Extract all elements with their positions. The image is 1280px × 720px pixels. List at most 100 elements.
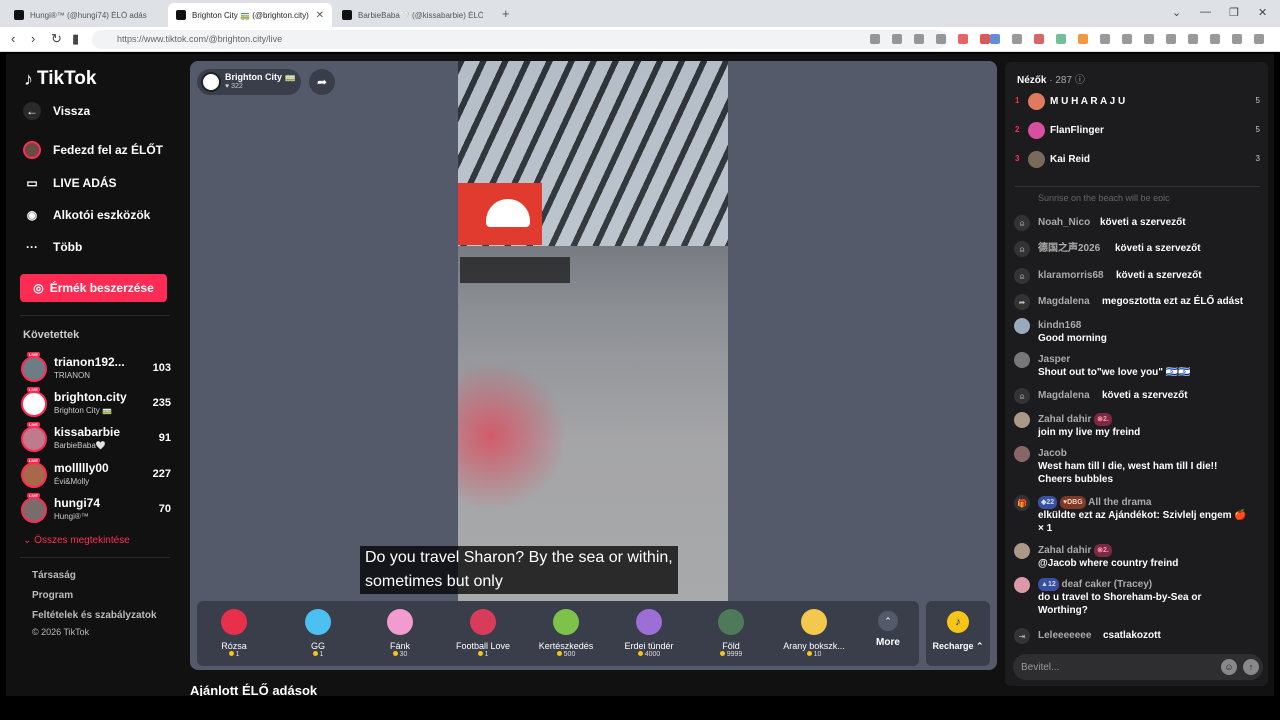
gift-item[interactable]: Rózsa 1	[193, 605, 275, 663]
tiktok-logo[interactable]: ♪ TikTok	[24, 68, 96, 90]
star-icon[interactable]	[936, 34, 946, 44]
nav-go-live[interactable]: ▭ LIVE ADÁS	[23, 174, 116, 192]
level-badge: ◆22	[1038, 496, 1058, 509]
url-field[interactable]: https://www.tiktok.com/@brighton.city/li…	[92, 30, 947, 49]
more-gifts-button[interactable]: ⌃ More	[860, 611, 916, 648]
back-icon[interactable]: ‹	[11, 32, 15, 46]
forward-icon[interactable]: ›	[31, 32, 35, 46]
translate-icon[interactable]	[990, 34, 1000, 44]
gift-item[interactable]: Föld 9999	[690, 605, 772, 663]
top-viewer-row[interactable]: 2 FlanFlinger 5	[1015, 122, 1260, 140]
likes-count: ♥ 322	[225, 83, 243, 90]
host-avatar	[201, 72, 221, 92]
host-info[interactable]: Brighton City 🚃 ♥ 322	[197, 69, 301, 95]
football-gift-icon	[470, 609, 496, 635]
chat-message[interactable]: Jasper Shout out to"we love you" 🇮🇱🇮🇱	[1014, 351, 1264, 381]
restore-icon[interactable]: ❐	[1229, 6, 1239, 19]
top-viewer-row[interactable]: 1 M U H A R A J U 5	[1015, 93, 1260, 111]
following-item[interactable]: LIVE trianon192... TRIANON 103	[21, 352, 171, 384]
live-player[interactable]: Brighton City 🚃 ♥ 322 ➦ Do you travel Sh…	[190, 61, 997, 670]
live-video[interactable]	[458, 61, 728, 601]
boxing-glove-gift-icon	[801, 609, 827, 635]
extension-icon[interactable]	[1012, 34, 1022, 44]
nav-more[interactable]: ··· Több	[23, 238, 82, 256]
send-icon[interactable]: ↑	[1243, 659, 1259, 675]
gg-gift-icon	[305, 609, 331, 635]
chat-message[interactable]: ▲12 deaf caker (Tracey) do u travel to S…	[1014, 576, 1264, 620]
chat-message[interactable]: 🎁 ◆22 ♥DBG All the drama elküldte ezt az…	[1014, 494, 1264, 538]
chat-message[interactable]: Jacob West ham till I die, west ham till…	[1014, 445, 1264, 489]
extension-icon[interactable]	[1056, 34, 1066, 44]
subtitles: Do you travel Sharon? By the sea or with…	[360, 546, 678, 594]
zoom-icon[interactable]	[892, 34, 902, 44]
rose-gift-icon	[221, 609, 247, 635]
get-coins-button[interactable]: ◎ Érmék beszerzése	[20, 274, 167, 302]
top-viewer-row[interactable]: 3 Kai Reid 3	[1015, 151, 1260, 169]
sidebar: ♪ TikTok ← Vissza Fedezd fel az ÉLŐT ▭ L…	[6, 54, 182, 696]
gift-item[interactable]: Football Love 1	[442, 605, 524, 663]
reload-icon[interactable]: ↻	[51, 32, 62, 46]
footer-company-link[interactable]: Társaság	[32, 570, 76, 581]
extension-icon[interactable]	[1034, 34, 1044, 44]
creator-tools-icon: ◉	[26, 208, 38, 222]
following-item[interactable]: LIVE kissabarbie BarbieBaba🤍 91	[21, 422, 171, 454]
see-all-link[interactable]: ⌄ Összes megtekintése	[23, 535, 130, 546]
close-window-icon[interactable]: ✕	[1258, 6, 1267, 19]
chat-message[interactable]: Zahal dahir ⊗2. join my live my freind	[1014, 411, 1264, 441]
puzzle-icon[interactable]	[1100, 34, 1110, 44]
extension-icon[interactable]	[1122, 34, 1132, 44]
extension-icon[interactable]	[958, 34, 968, 44]
join-icon: ⇥	[1014, 628, 1030, 644]
following-item[interactable]: LIVE mollllly00 Évi&Molly 227	[21, 458, 171, 490]
gift-icon: 🎁	[1014, 495, 1030, 511]
history-icon[interactable]	[1166, 34, 1176, 44]
tab-brighton[interactable]: Brighton City 🚃 (@brighton.city) ✕	[168, 3, 332, 27]
sidebar-icon[interactable]	[1188, 34, 1198, 44]
recharge-button[interactable]: ♪ Recharge ⌃	[926, 601, 990, 666]
gift-item[interactable]: GG 1	[277, 605, 359, 663]
following-item[interactable]: LIVE hungi74 Hungi®™ 70	[21, 493, 171, 525]
tab-hungi[interactable]: Hungi®™ (@hungi74) ÉLŐ adás	[6, 3, 166, 27]
extension-icon[interactable]	[980, 34, 990, 44]
following-item[interactable]: LIVE brighton.city Brighton City 🚃 235	[21, 387, 171, 419]
nav-back[interactable]: ← Vissza	[23, 102, 90, 120]
extension-icon[interactable]	[1078, 34, 1088, 44]
nav-creator-tools[interactable]: ◉ Alkotói eszközök	[23, 206, 151, 224]
viewers-header[interactable]: Nézők · 287 ⓘ	[1017, 71, 1085, 86]
reader-icon[interactable]	[870, 34, 880, 44]
wallet-icon[interactable]	[1210, 34, 1220, 44]
gift-item[interactable]: Erdei tündér 4000	[608, 605, 690, 663]
minimize-icon[interactable]: —	[1200, 6, 1211, 18]
new-tab-icon[interactable]: +	[502, 6, 510, 21]
gift-item[interactable]: Arany bokszk... 10	[773, 605, 855, 663]
chat-message[interactable]: Zahal dahir ⊗2. @Jacob where country fre…	[1014, 542, 1264, 572]
avatar	[1028, 122, 1045, 139]
share-icon[interactable]	[914, 34, 924, 44]
emoji-icon[interactable]: ☺	[1221, 659, 1237, 675]
gift-item[interactable]: Kertészkedés 500	[525, 605, 607, 663]
avatar	[1014, 543, 1030, 559]
faded-message: Sunrise on the beach will be epic	[1038, 193, 1170, 201]
avatar	[1028, 151, 1045, 168]
bookmark-icon[interactable]: ▮	[72, 32, 79, 46]
gift-item[interactable]: Fánk 30	[359, 605, 441, 663]
nav-explore-live[interactable]: Fedezd fel az ÉLŐT	[23, 141, 163, 159]
footer-terms-link[interactable]: Feltételek és szabályzatok	[32, 610, 157, 621]
menu-icon[interactable]	[1254, 34, 1264, 44]
footer-program-link[interactable]: Program	[32, 590, 73, 601]
chevron-down-icon: ⌄	[23, 535, 35, 546]
departure-boards	[460, 257, 570, 283]
tab-barbie[interactable]: BarbieBaba🤍 (@kissabarbie) ÉLŐ a	[334, 3, 494, 27]
chat-panel: Nézők · 287 ⓘ 1 M U H A R A J U 5 2 Flan…	[1005, 62, 1268, 686]
share-icon[interactable]: ➦	[309, 69, 335, 95]
close-tab-icon[interactable]: ✕	[316, 10, 324, 21]
chat-input[interactable]	[1021, 658, 1211, 676]
tiktok-favicon-icon	[14, 10, 24, 20]
avatar	[1014, 446, 1030, 462]
download-icon[interactable]	[1144, 34, 1154, 44]
fairy-gift-icon	[636, 609, 662, 635]
chat-message[interactable]: kindn168 Good morning	[1014, 317, 1264, 347]
tab-search-icon[interactable]: ⌄	[1172, 6, 1181, 19]
live-avatar-icon	[23, 141, 41, 159]
shield-icon[interactable]	[1232, 34, 1242, 44]
